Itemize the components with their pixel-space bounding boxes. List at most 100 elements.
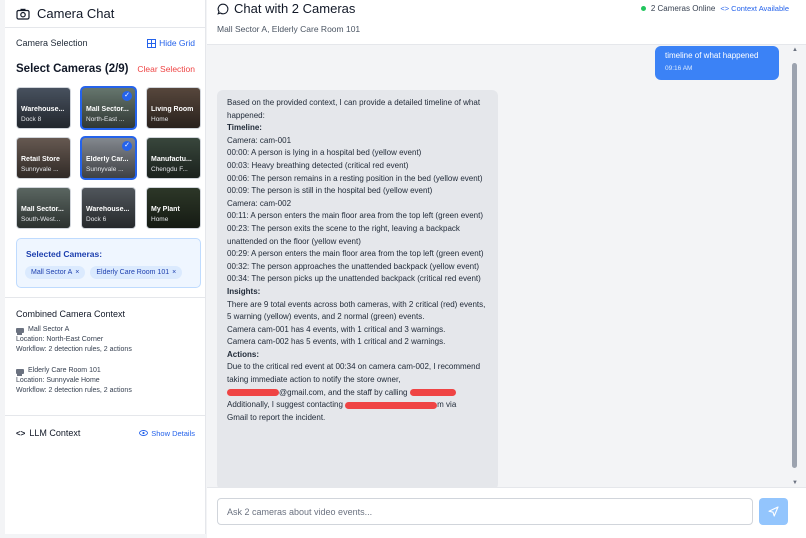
context-location: Location: Sunnyvale Home	[16, 377, 100, 384]
camera-icon	[16, 327, 24, 335]
camera-tile[interactable]: Elderly Car... Sunnyvale ... ✓	[80, 136, 137, 180]
llm-context-title: <> LLM Context	[16, 428, 80, 438]
assistant-message: Based on the provided context, I can pro…	[217, 90, 498, 487]
select-cameras-row: Select Cameras (2/9) Clear Selection	[16, 63, 195, 75]
redaction-mark	[409, 389, 456, 397]
camera-tile[interactable]: Warehouse... Dock 8	[16, 87, 71, 129]
camera-tile-name: Mall Sector...	[86, 106, 129, 113]
camera-tile-location: Home	[151, 116, 169, 123]
camera-tile-location: Dock 8	[21, 116, 42, 123]
context-block: Elderly Care Room 101 Location: Sunnyval…	[16, 366, 132, 396]
camera-grid: Warehouse... Dock 8 Mall Sector... North-Ea…	[16, 86, 201, 229]
code-icon: <>	[16, 428, 26, 438]
chat-scrollbar[interactable]: ▲ ▼	[792, 45, 799, 487]
msg-text: @gmail.com, and the staff by calling	[279, 387, 408, 397]
llm-context-label: LLM Context	[29, 428, 81, 438]
camera-tile[interactable]: Warehouse... Dock 6	[81, 187, 136, 229]
camera-icon	[16, 8, 30, 20]
scroll-thumb[interactable]	[792, 63, 797, 468]
msg-line: Additionally, I suggest contacting m via	[227, 399, 488, 412]
remove-chip-icon[interactable]: ×	[172, 269, 176, 276]
msg-line: 00:11: A person enters the main floor ar…	[227, 211, 483, 221]
select-cameras-title: Select Cameras (2/9)	[16, 63, 129, 75]
camera-tile-name: Retail Store	[21, 156, 60, 163]
check-icon: ✓	[122, 91, 132, 101]
selected-cameras-panel: Selected Cameras: Mall Sector A × Elderly…	[16, 238, 201, 288]
context-workflow: Workflow: 2 detection rules, 2 actions	[16, 346, 132, 353]
context-available-text: Context Available	[731, 4, 789, 13]
msg-line: 00:34: The person picks up the unattende…	[227, 274, 481, 284]
redaction-mark	[227, 389, 279, 397]
camera-tile[interactable]: Manufactu... Chengdu F...	[146, 137, 201, 179]
msg-line: Camera cam-001 has 4 events, with 1 crit…	[227, 324, 446, 334]
msg-line: Camera cam-002 has 5 events, with 1 crit…	[227, 337, 446, 347]
msg-line: 00:00: A person is lying in a hospital b…	[227, 148, 422, 158]
camera-tile[interactable]: Mall Sector... North-East ... ✓	[80, 86, 137, 130]
camera-tile[interactable]: Retail Store Sunnyvale ...	[16, 137, 71, 179]
context-available-badge: <> Context Available	[720, 4, 789, 13]
camera-tile-location: Sunnyvale ...	[21, 166, 59, 173]
msg-line: 00:29: A person enters the main floor ar…	[227, 249, 484, 259]
hide-grid-button[interactable]: Hide Grid	[147, 38, 195, 48]
selected-chips: Mall Sector A × Elderly Care Room 101 ×	[25, 266, 183, 279]
msg-line: Based on the provided context, I can pro…	[227, 98, 481, 120]
check-icon: ✓	[122, 141, 132, 151]
send-button[interactable]	[759, 498, 788, 525]
chat-header: Chat with 2 Cameras Mall Sector A, Elder…	[207, 0, 806, 45]
camera-tile-name: My Plant	[151, 206, 180, 213]
chat-title: Chat with 2 Cameras	[217, 1, 355, 16]
context-name-text: Mall Sector A	[28, 326, 70, 333]
msg-line: 00:06: The person remains in a resting p…	[227, 173, 483, 183]
sidebar: Camera Chat Camera Selection Hide Grid S…	[5, 0, 206, 534]
app: Camera Chat Camera Selection Hide Grid S…	[0, 0, 806, 538]
remove-chip-icon[interactable]: ×	[75, 269, 79, 276]
msg-line: 00:03: Heavy breathing detected (critica…	[227, 160, 409, 170]
camera-tile-location: Dock 6	[86, 216, 107, 223]
chat-bubble-icon	[217, 3, 229, 15]
camera-tile[interactable]: Living Room Home	[146, 87, 201, 129]
msg-line: 00:23: The person exits the scene to the…	[227, 223, 460, 246]
hide-grid-label: Hide Grid	[159, 38, 195, 48]
msg-line: Due to the critical red event at 00:34 o…	[227, 362, 481, 385]
user-message-text: timeline of what happened	[665, 51, 759, 60]
user-message: timeline of what happened 09:16 AM	[655, 46, 779, 80]
camera-tile-name: Manufactu...	[151, 156, 192, 163]
msg-text: Additionally, I suggest contacting	[227, 400, 343, 410]
status-bar: 2 Cameras Online <> Context Available	[640, 4, 789, 13]
message-list: timeline of what happened 09:16 AM Based…	[207, 45, 806, 487]
selected-cameras-title: Selected Cameras:	[26, 249, 103, 259]
msg-heading: Insights:	[227, 286, 261, 296]
chat-panel: Chat with 2 Cameras Mall Sector A, Elder…	[207, 0, 806, 538]
chat-input[interactable]	[217, 498, 753, 525]
send-icon	[768, 506, 779, 517]
context-camera-name: Mall Sector A	[16, 325, 132, 335]
camera-tile[interactable]: Mall Sector... South-West...	[16, 187, 71, 229]
scroll-down-icon[interactable]: ▼	[792, 480, 798, 486]
message-time: 09:16 AM	[665, 65, 693, 72]
combined-context-title: Combined Camera Context	[16, 309, 126, 319]
chat-subtitle: Mall Sector A, Elderly Care Room 101	[217, 24, 361, 34]
context-name-text: Elderly Care Room 101	[28, 367, 101, 374]
camera-selection-label: Camera Selection	[16, 38, 88, 48]
eye-icon	[139, 430, 149, 436]
camera-tile[interactable]: My Plant Home	[146, 187, 201, 229]
msg-line: Camera: cam-001	[227, 135, 292, 145]
sidebar-title: Camera Chat	[37, 6, 115, 21]
clear-selection-button[interactable]: Clear Selection	[137, 64, 195, 74]
chat-title-text: Chat with 2 Cameras	[234, 1, 356, 16]
context-block: Mall Sector A Location: North-East Corne…	[16, 325, 132, 355]
camera-selection-row: Camera Selection Hide Grid	[16, 38, 195, 48]
online-dot-icon	[640, 6, 646, 11]
selected-chip: Mall Sector A ×	[25, 266, 86, 279]
show-details-button[interactable]: Show Details	[139, 429, 195, 438]
msg-line: 00:09: The person is still in the hospit…	[227, 186, 433, 196]
selected-chip: Elderly Care Room 101 ×	[90, 266, 183, 279]
context-location: Location: North-East Corner	[16, 336, 104, 343]
redaction-mark	[345, 401, 438, 409]
divider	[5, 415, 205, 416]
msg-heading: Actions:	[227, 349, 259, 359]
msg-line: There are 9 total events across both cam…	[227, 299, 486, 322]
scroll-up-icon[interactable]: ▲	[792, 47, 798, 53]
camera-tile-location: Sunnyvale ...	[86, 166, 124, 173]
camera-tile-name: Elderly Car...	[86, 156, 129, 163]
